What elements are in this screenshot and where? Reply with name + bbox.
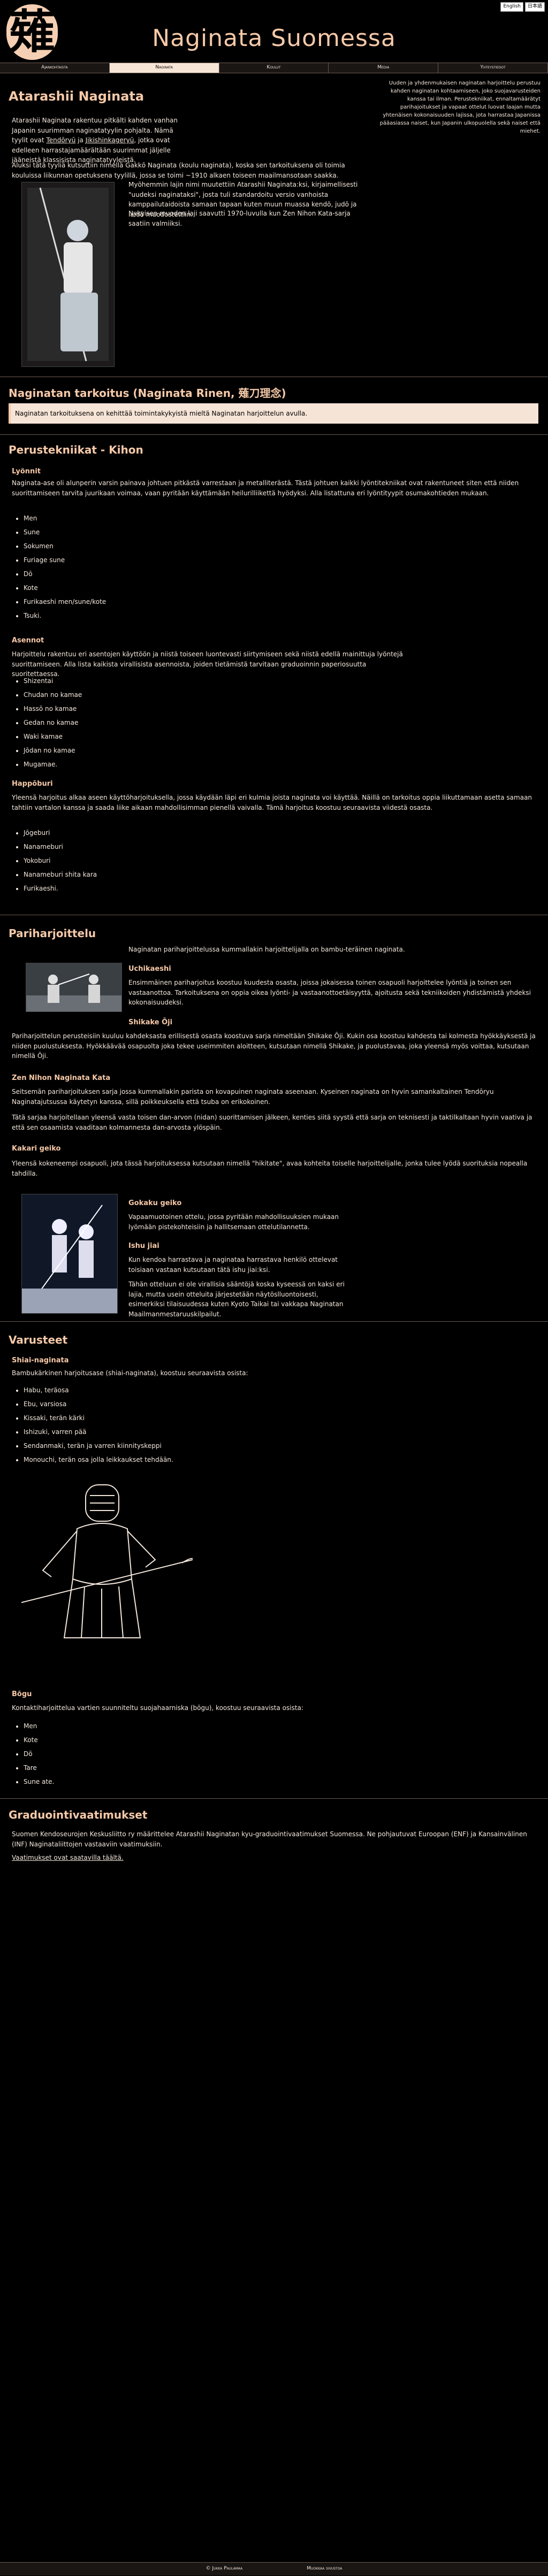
list-item: Furiage sune — [24, 553, 238, 567]
purpose-text: Naginatan tarkoituksena on kehittää toim… — [15, 410, 308, 417]
bogu-list: Men Kote Dō Tare Sune ate. — [12, 1719, 238, 1789]
uchikaeshi-text: Ensimmäinen pariharjoitus koostuu kuudes… — [128, 979, 531, 1007]
main-nav: Ajankohtaista Naginata Koulut Media Yhte… — [0, 63, 548, 73]
happoburi-title: Happōburi — [12, 780, 53, 788]
list-item: Sune ate. — [24, 1775, 238, 1789]
list-item: Sokumen — [24, 539, 238, 553]
ishu-text-1: Kun kendoa harrastava ja naginataa harra… — [128, 1256, 338, 1274]
list-item: Dō — [24, 567, 238, 581]
list-item: Monouchi, terän osa jolla leikkaukset te… — [24, 1453, 291, 1467]
list-item: Nanameburi — [24, 840, 238, 854]
language-english[interactable]: English — [500, 2, 523, 12]
lyonnit-list: Men Sune Sokumen Furiage sune Dō Kote Fu… — [12, 511, 238, 623]
gear-title: Varusteet — [9, 1333, 68, 1346]
asennot-title: Asennot — [12, 637, 44, 645]
list-item: Men — [24, 511, 238, 525]
ishu-text-2: Tähän otteluun ei ole virallisia sääntöj… — [128, 1281, 345, 1318]
list-item: Ishizuki, varren pää — [24, 1425, 291, 1439]
pairs-intro: Naginatan pariharjoittelussa kummallakin… — [128, 946, 405, 953]
uchikaeshi-title: Uchikaeshi — [128, 965, 171, 973]
kakari-text: Yleensä kokeneempi osapuoli, jota tässä … — [12, 1160, 528, 1177]
lyonnit-text: Naginata-ase oli alunperin varsin painav… — [12, 479, 519, 497]
bogu-text: Kontaktiharjoittelua vartien suunniteltu… — [12, 1704, 303, 1712]
list-item: Tare — [24, 1761, 238, 1775]
language-switcher: English 日本語 — [500, 2, 545, 12]
link-tendoryu[interactable]: Tendōryū — [46, 136, 75, 144]
kakari-title: Kakari geiko — [12, 1145, 61, 1153]
site-header: 薙 Naginata Suomessa English 日本語 — [0, 0, 548, 65]
naginata-practitioner-photo — [21, 182, 115, 367]
intro-paragraph-2: Aluksi tätä tyyliä kutsuttiin nimellä Ga… — [12, 162, 345, 179]
list-item: Shizentai — [24, 674, 238, 688]
footer-edit-link[interactable]: Muokkaa sivustoa — [307, 2563, 342, 2575]
list-item: Waki kamae — [24, 730, 238, 743]
list-item: Sune — [24, 525, 238, 539]
kata-text-2: Tätä sarjaa harjoitellaan yleensä vasta … — [12, 1114, 532, 1131]
shiai-list: Habu, teräosa Ebu, varsiosa Kissaki, ter… — [12, 1383, 291, 1467]
list-item: Hassō no kamae — [24, 702, 238, 716]
intro-paragraph-1: Atarashii Naginata rakentuu pitkälti kah… — [12, 117, 178, 164]
list-item: Kote — [24, 581, 238, 595]
nav-item-schools[interactable]: Koulut — [219, 63, 329, 73]
site-title: Naginata Suomessa — [152, 25, 396, 52]
purpose-title: Naginatan tarkoitus (Naginata Rinen, 薙刀理… — [9, 387, 286, 400]
list-item: Gedan no kamae — [24, 716, 238, 730]
bogu-illustration — [21, 1479, 193, 1651]
list-item: Chudan no kamae — [24, 688, 238, 702]
intro-side-note: Uuden ja yhdenmukaisen naginatan harjoit… — [379, 80, 541, 134]
basics-title: Perustekniikat - Kihon — [9, 443, 143, 456]
list-item: Sendanmaki, terän ja varren kiinnityskep… — [24, 1439, 291, 1453]
pairs-title: Pariharjoittelu — [9, 927, 96, 940]
shikake-text: Pariharjoittelun perusteisiin kuuluu kah… — [12, 1032, 536, 1060]
happoburi-list: Jōgeburi Nanameburi Yokoburi Nanameburi … — [12, 826, 238, 895]
gokaku-text: Vapaamuotoinen ottelu, jossa pyritään ma… — [128, 1213, 339, 1231]
shiai-title: Shiai-naginata — [12, 1356, 69, 1364]
site-footer: © Jukka Paulamaa Muokkaa sivustoa — [0, 2562, 548, 2575]
section-divider — [0, 1321, 548, 1322]
page-title: Atarashii Naginata — [9, 89, 144, 104]
gokaku-photo — [21, 1194, 118, 1314]
section-divider — [0, 1798, 548, 1799]
nav-item-news[interactable]: Ajankohtaista — [0, 63, 110, 73]
link-jikishinkageryu[interactable]: Jikishinkageryū — [86, 136, 134, 144]
bogu-title: Bōgu — [12, 1690, 32, 1698]
grading-title: Graduointivaatimukset — [9, 1808, 148, 1821]
list-item: Nanameburi shita kara — [24, 868, 238, 881]
grading-link-paragraph: Vaatimukset ovat saatavilla täältä. — [12, 1853, 279, 1863]
gokaku-title: Gokaku geiko — [128, 1199, 182, 1207]
asennot-list: Shizentai Chudan no kamae Hassō no kamae… — [12, 674, 238, 771]
list-item: Men — [24, 1719, 238, 1733]
list-item: Dō — [24, 1747, 238, 1761]
list-item: Yokoburi — [24, 854, 238, 868]
uchikaeshi-photo — [26, 963, 122, 1012]
nav-item-naginata[interactable]: Naginata — [109, 63, 219, 73]
kata-title: Zen Nihon Naginata Kata — [12, 1074, 111, 1082]
shiai-text: Bambukärkinen harjoitusase (shiai-nagina… — [12, 1369, 248, 1377]
intro-paragraph-4: Nykyisen muodon laji saavutti 1970-luvul… — [128, 210, 351, 227]
list-item: Ebu, varsiosa — [24, 1397, 291, 1411]
nav-item-contact[interactable]: Yhteystiedot — [438, 63, 548, 73]
list-item: Furikaeshi men/sune/kote — [24, 595, 238, 609]
shikake-title: Shikake Ōji — [128, 1018, 173, 1026]
list-item: Habu, teräosa — [24, 1383, 291, 1397]
list-item: Jōdan no kamae — [24, 743, 238, 757]
list-item: Kote — [24, 1733, 238, 1747]
list-item: Mugamae. — [24, 757, 238, 771]
kata-text-1: Seitsemän pariharjoituksen sarja jossa k… — [12, 1088, 494, 1106]
list-item: Jōgeburi — [24, 826, 238, 840]
footer-copyright: © Jukka Paulamaa — [206, 2566, 243, 2571]
list-item: Furikaeshi. — [24, 881, 238, 895]
section-divider — [0, 434, 548, 435]
ishu-title: Ishu jiai — [128, 1242, 159, 1250]
nav-item-media[interactable]: Media — [329, 63, 439, 73]
lyonnit-title: Lyönnit — [12, 467, 41, 476]
list-item: Kissaki, terän kärki — [24, 1411, 291, 1425]
grading-text: Suomen Kendoseurojen Keskusliitto ry mää… — [12, 1830, 527, 1848]
happoburi-text: Yleensä harjoitus alkaa aseen käyttöharj… — [12, 794, 532, 811]
list-item: Tsuki. — [24, 609, 238, 623]
purpose-callout: Naginatan tarkoituksena on kehittää toim… — [9, 403, 538, 424]
grading-link[interactable]: Vaatimukset ovat saatavilla täältä. — [12, 1854, 124, 1861]
language-japanese[interactable]: 日本語 — [524, 2, 545, 12]
